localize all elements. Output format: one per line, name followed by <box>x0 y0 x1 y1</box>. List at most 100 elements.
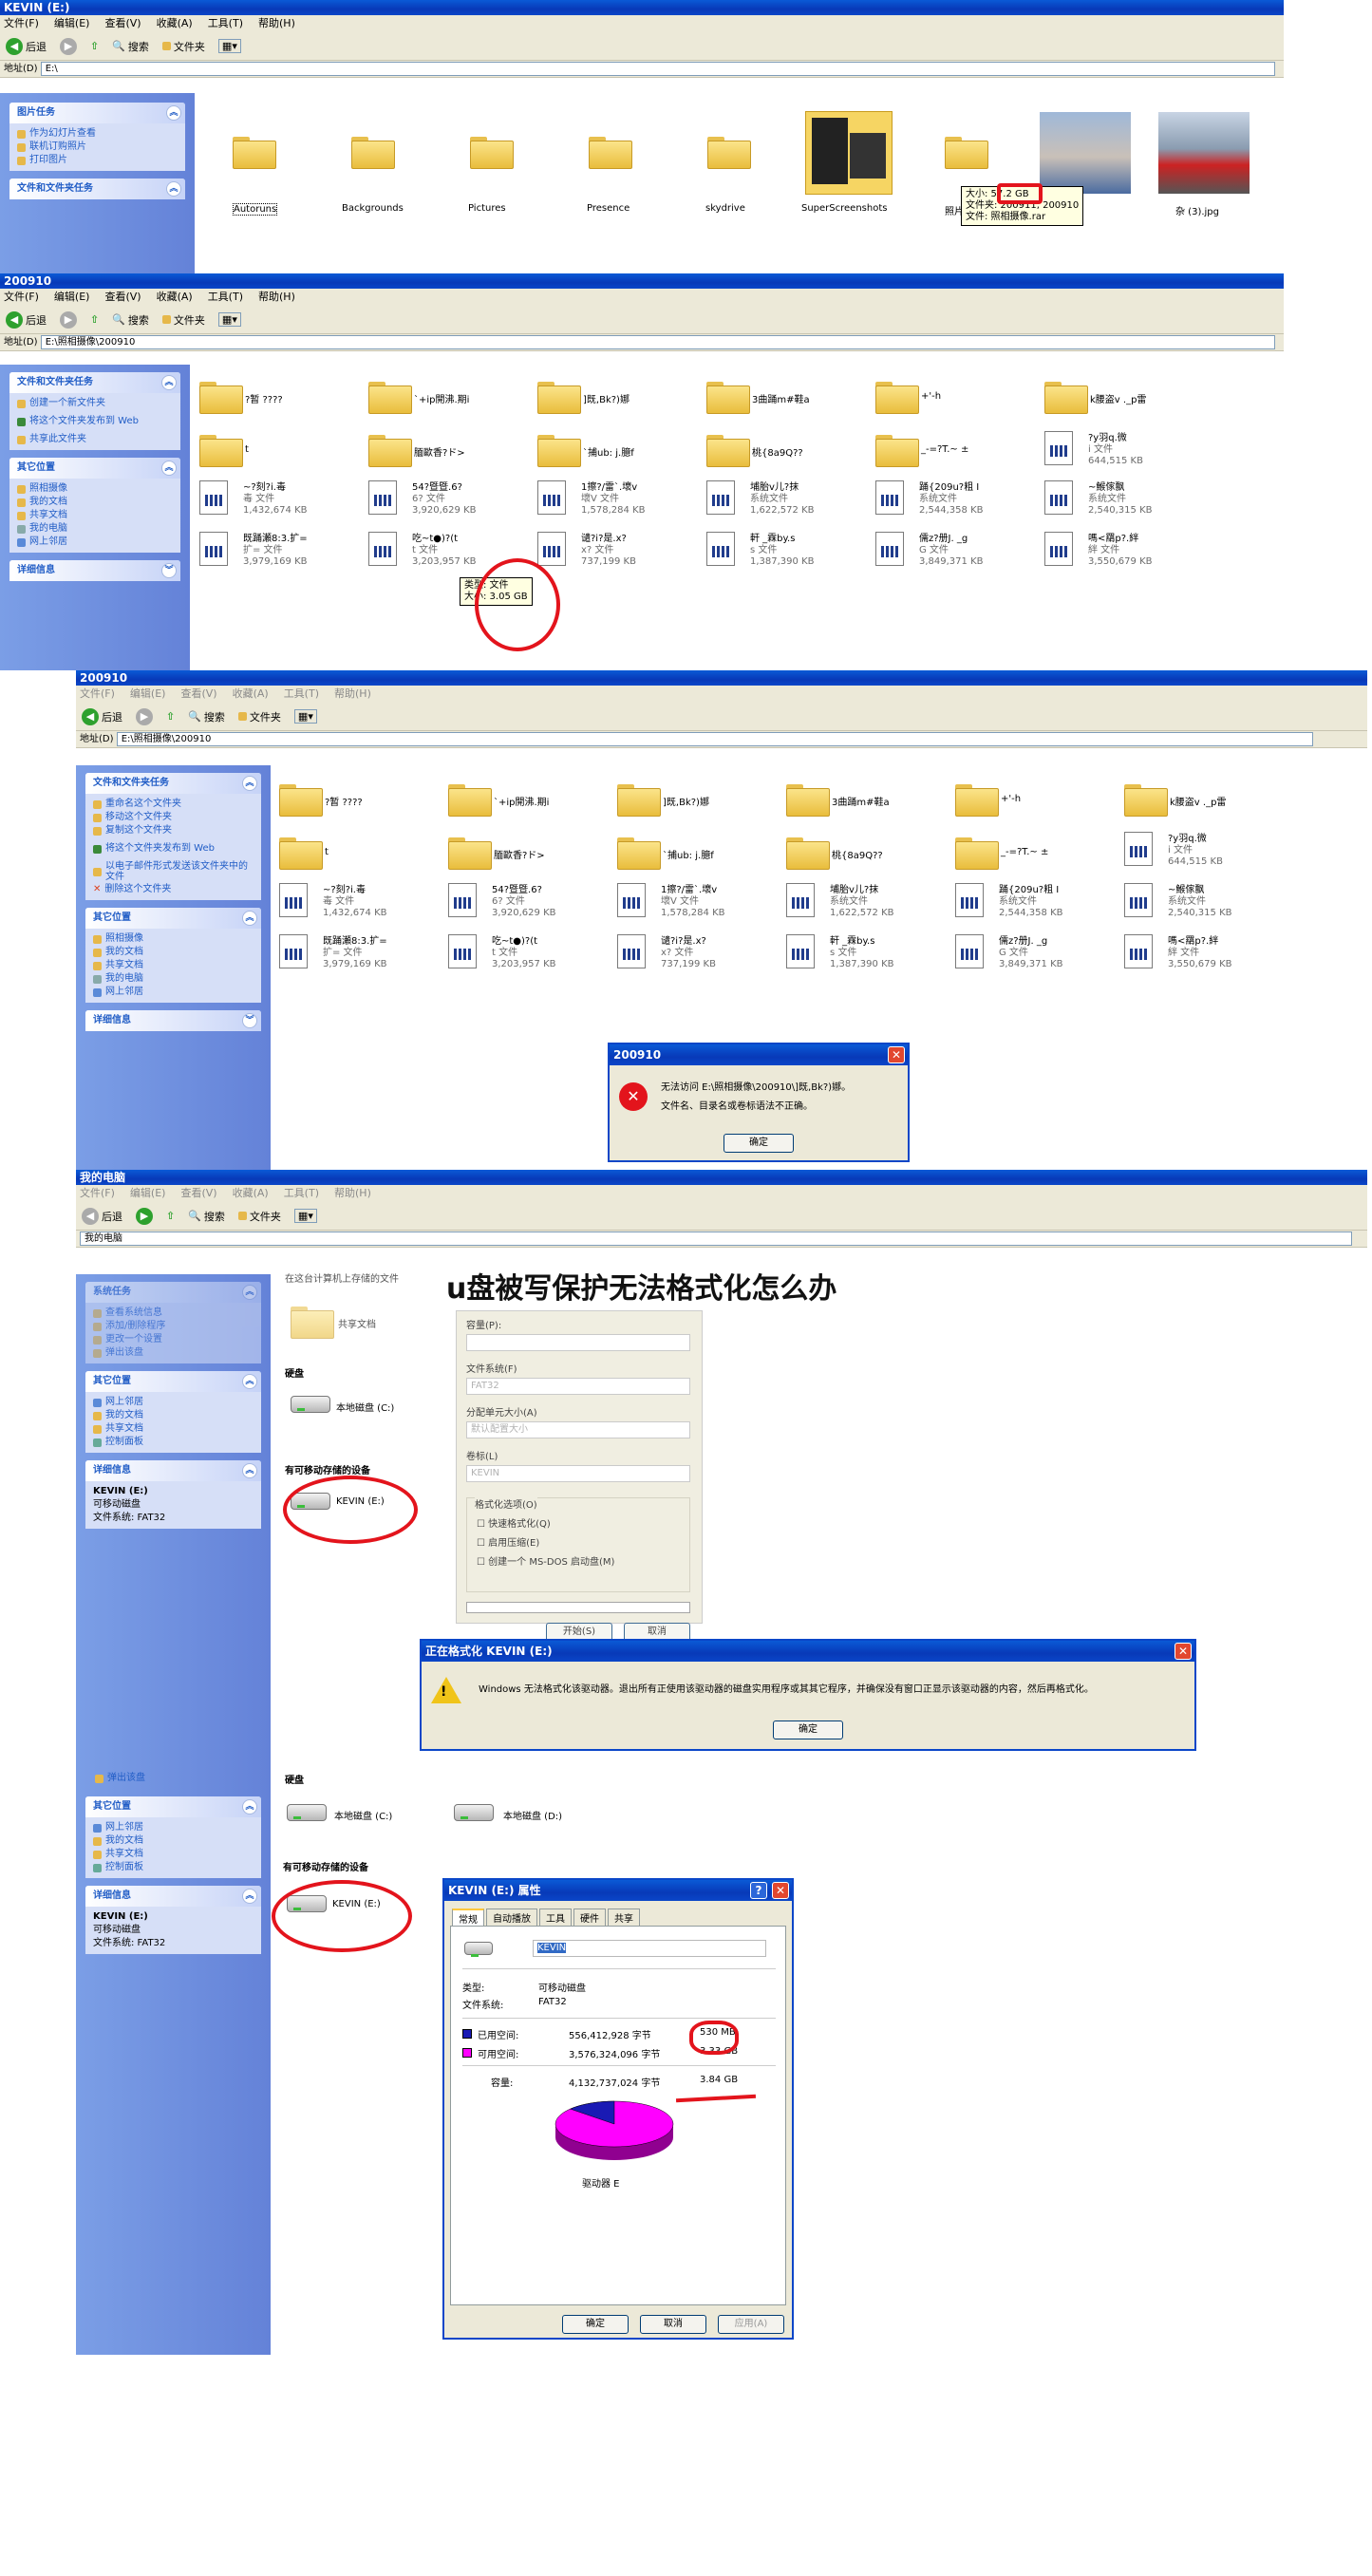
collapse-chevron-icon[interactable]: ︽ <box>161 461 177 476</box>
file-tasks-header[interactable]: 文件和文件夹任务 ︽ <box>85 773 261 794</box>
folder-icon[interactable] <box>537 378 581 414</box>
file-label[interactable]: ?y羽q.微 i 文件 644,515 KB <box>1168 834 1223 868</box>
folder-label[interactable]: `+ip開沸.期i <box>494 794 549 808</box>
file-label[interactable]: 踊{209u?粗 I 系统文件 2,544,358 KB <box>919 482 984 517</box>
folder-icon[interactable] <box>368 378 412 414</box>
address-input[interactable]: E:\照相摄像\200910 <box>40 335 1275 349</box>
folder-label[interactable]: Backgrounds <box>342 203 404 214</box>
address-input[interactable]: 我的电脑 <box>80 1232 1352 1246</box>
menu-help[interactable]: 帮助(H) <box>258 289 295 306</box>
tab-autoplay[interactable]: 自动播放 <box>486 1908 537 1927</box>
back-button[interactable]: ◀ 后退 <box>6 310 47 329</box>
collapse-chevron-icon[interactable]: ︽ <box>242 1463 257 1478</box>
file-label[interactable]: 埔胎v儿?抹 系统文件 1,622,572 KB <box>750 482 815 517</box>
file-icon[interactable] <box>199 532 228 566</box>
menu-edit[interactable]: 编辑(E) <box>54 15 90 32</box>
place-shared-docs[interactable]: 共享文档 <box>93 1422 254 1436</box>
place-network[interactable]: 网上邻居 <box>93 986 254 999</box>
menu-help[interactable]: 帮助(H) <box>334 1185 371 1202</box>
task-order-prints[interactable]: 联机订购照片 <box>17 141 178 154</box>
back-button[interactable]: ◀ 后退 <box>82 1207 122 1225</box>
task-move[interactable]: 移动这个文件夹 <box>93 811 254 824</box>
place-photos[interactable]: 照相摄像 <box>17 482 173 496</box>
folder-icon[interactable] <box>786 834 830 870</box>
hard-drive-icon[interactable] <box>287 1804 327 1821</box>
folder-icon[interactable] <box>537 431 581 467</box>
task-slideshow[interactable]: 作为幻灯片查看 <box>17 127 178 141</box>
file-icon[interactable] <box>786 883 815 917</box>
file-icon[interactable] <box>706 480 735 515</box>
volume-input[interactable]: KEVIN <box>466 1465 690 1482</box>
place-my-documents[interactable]: 我的文档 <box>93 946 254 959</box>
folder-label[interactable]: Presence <box>587 203 630 214</box>
task-publish-web[interactable]: 将这个文件夹发布到 Web <box>93 837 254 860</box>
file-icon[interactable] <box>706 532 735 566</box>
system-tasks-header[interactable]: 系统任务 ︽ <box>85 1282 261 1303</box>
file-icon[interactable] <box>1124 934 1153 968</box>
file-icon[interactable] <box>537 532 566 566</box>
menu-tools[interactable]: 工具(T) <box>284 1185 319 1202</box>
details-header[interactable]: 详细信息 ︽ <box>85 1886 261 1907</box>
folders-button[interactable]: 文件夹 <box>237 1209 281 1224</box>
task-email[interactable]: 以电子邮件形式发送该文件夹中的文件 <box>93 860 254 883</box>
folder-label[interactable]: _-=?T.~ ± <box>921 444 968 455</box>
file-icon[interactable] <box>955 883 984 917</box>
tab-sharing[interactable]: 共享 <box>608 1908 640 1927</box>
menu-tools[interactable]: 工具(T) <box>284 686 319 703</box>
file-label[interactable]: 杂 (3).jpg <box>1175 203 1219 217</box>
file-icon[interactable] <box>875 480 904 515</box>
file-icon[interactable] <box>617 934 646 968</box>
task-copy[interactable]: 复制这个文件夹 <box>93 824 254 837</box>
folder-icon[interactable] <box>470 133 514 169</box>
folders-button[interactable]: 文件夹 <box>161 39 205 54</box>
folder-icon[interactable] <box>1124 780 1168 817</box>
place-my-computer[interactable]: 我的电脑 <box>93 972 254 986</box>
file-icon[interactable] <box>875 532 904 566</box>
place-photos[interactable]: 照相摄像 <box>93 932 254 946</box>
views-button[interactable]: ▦▾ <box>217 312 241 327</box>
file-label[interactable]: ~?刻?i.毒毒 文件 1,432,674 KB <box>323 885 387 919</box>
folder-label[interactable]: 桃{8a9Q?? <box>752 444 803 459</box>
file-label[interactable]: 吃~t●)?(t t 文件 3,203,957 KB <box>412 534 477 568</box>
menu-tools[interactable]: 工具(T) <box>208 15 243 32</box>
folder-label[interactable]: t <box>325 847 329 857</box>
file-label[interactable]: 谴?i?是.x? x? 文件 737,199 KB <box>581 534 636 568</box>
folder-label[interactable]: ]既,Bk?)娜 <box>583 391 630 405</box>
collapse-chevron-icon[interactable]: ︽ <box>242 1374 257 1389</box>
file-icon[interactable] <box>1044 431 1073 465</box>
file-tasks-header[interactable]: 文件和文件夹任务 ︽ <box>9 372 180 393</box>
folder-icon[interactable] <box>706 378 750 414</box>
place-control-panel[interactable]: 控制面板 <box>93 1861 254 1874</box>
folder-icon[interactable] <box>617 834 661 870</box>
collapse-chevron-icon[interactable]: ︽ <box>242 776 257 791</box>
ok-button[interactable]: 确定 <box>773 1720 843 1739</box>
views-button[interactable]: ▦▾ <box>217 39 241 53</box>
views-button[interactable]: ▦▾ <box>293 1209 317 1223</box>
quick-format-checkbox[interactable]: ☐ 快速格式化(Q) <box>477 1515 551 1530</box>
cancel-button[interactable]: 取消 <box>640 2315 706 2334</box>
folder-icon[interactable] <box>875 378 919 414</box>
up-folder-icon[interactable]: ⇧ <box>90 313 99 326</box>
search-button[interactable]: 🔍 搜索 <box>188 1209 225 1224</box>
folder-label[interactable]: k腰盗v ._p雷 <box>1170 794 1226 808</box>
folder-icon[interactable] <box>706 431 750 467</box>
collapse-chevron-icon[interactable]: ︽ <box>161 375 177 390</box>
place-my-computer[interactable]: 我的电脑 <box>17 522 173 536</box>
up-folder-icon[interactable]: ⇧ <box>166 1210 175 1222</box>
collapse-chevron-icon[interactable]: ︽ <box>242 1799 257 1814</box>
file-label[interactable]: 既踊瀬8:3.扩= 扩= 文件 3,979,169 KB <box>243 534 308 568</box>
collapse-chevron-icon[interactable]: ︽ <box>166 181 181 197</box>
collapse-chevron-icon[interactable]: ︽ <box>242 911 257 926</box>
fs-select[interactable]: FAT32 <box>466 1378 690 1395</box>
other-places-header[interactable]: 其它位置 ︽ <box>85 1371 261 1392</box>
back-button[interactable]: ◀ 后退 <box>82 707 122 725</box>
photo-thumbnail[interactable] <box>1040 112 1131 194</box>
other-places-header[interactable]: 其它位置 ︽ <box>85 1796 261 1817</box>
folder-icon[interactable] <box>955 780 999 817</box>
file-label[interactable]: 谴?i?是.x? x? 文件 737,199 KB <box>661 936 716 970</box>
folder-icon[interactable] <box>945 133 988 169</box>
screenshots-folder-thumbnail[interactable] <box>805 111 893 195</box>
place-network[interactable]: 网上邻居 <box>93 1396 254 1409</box>
task-eject[interactable]: 弹出该盘 <box>93 1346 254 1360</box>
volume-name-input[interactable]: KEVIN <box>533 1940 766 1957</box>
